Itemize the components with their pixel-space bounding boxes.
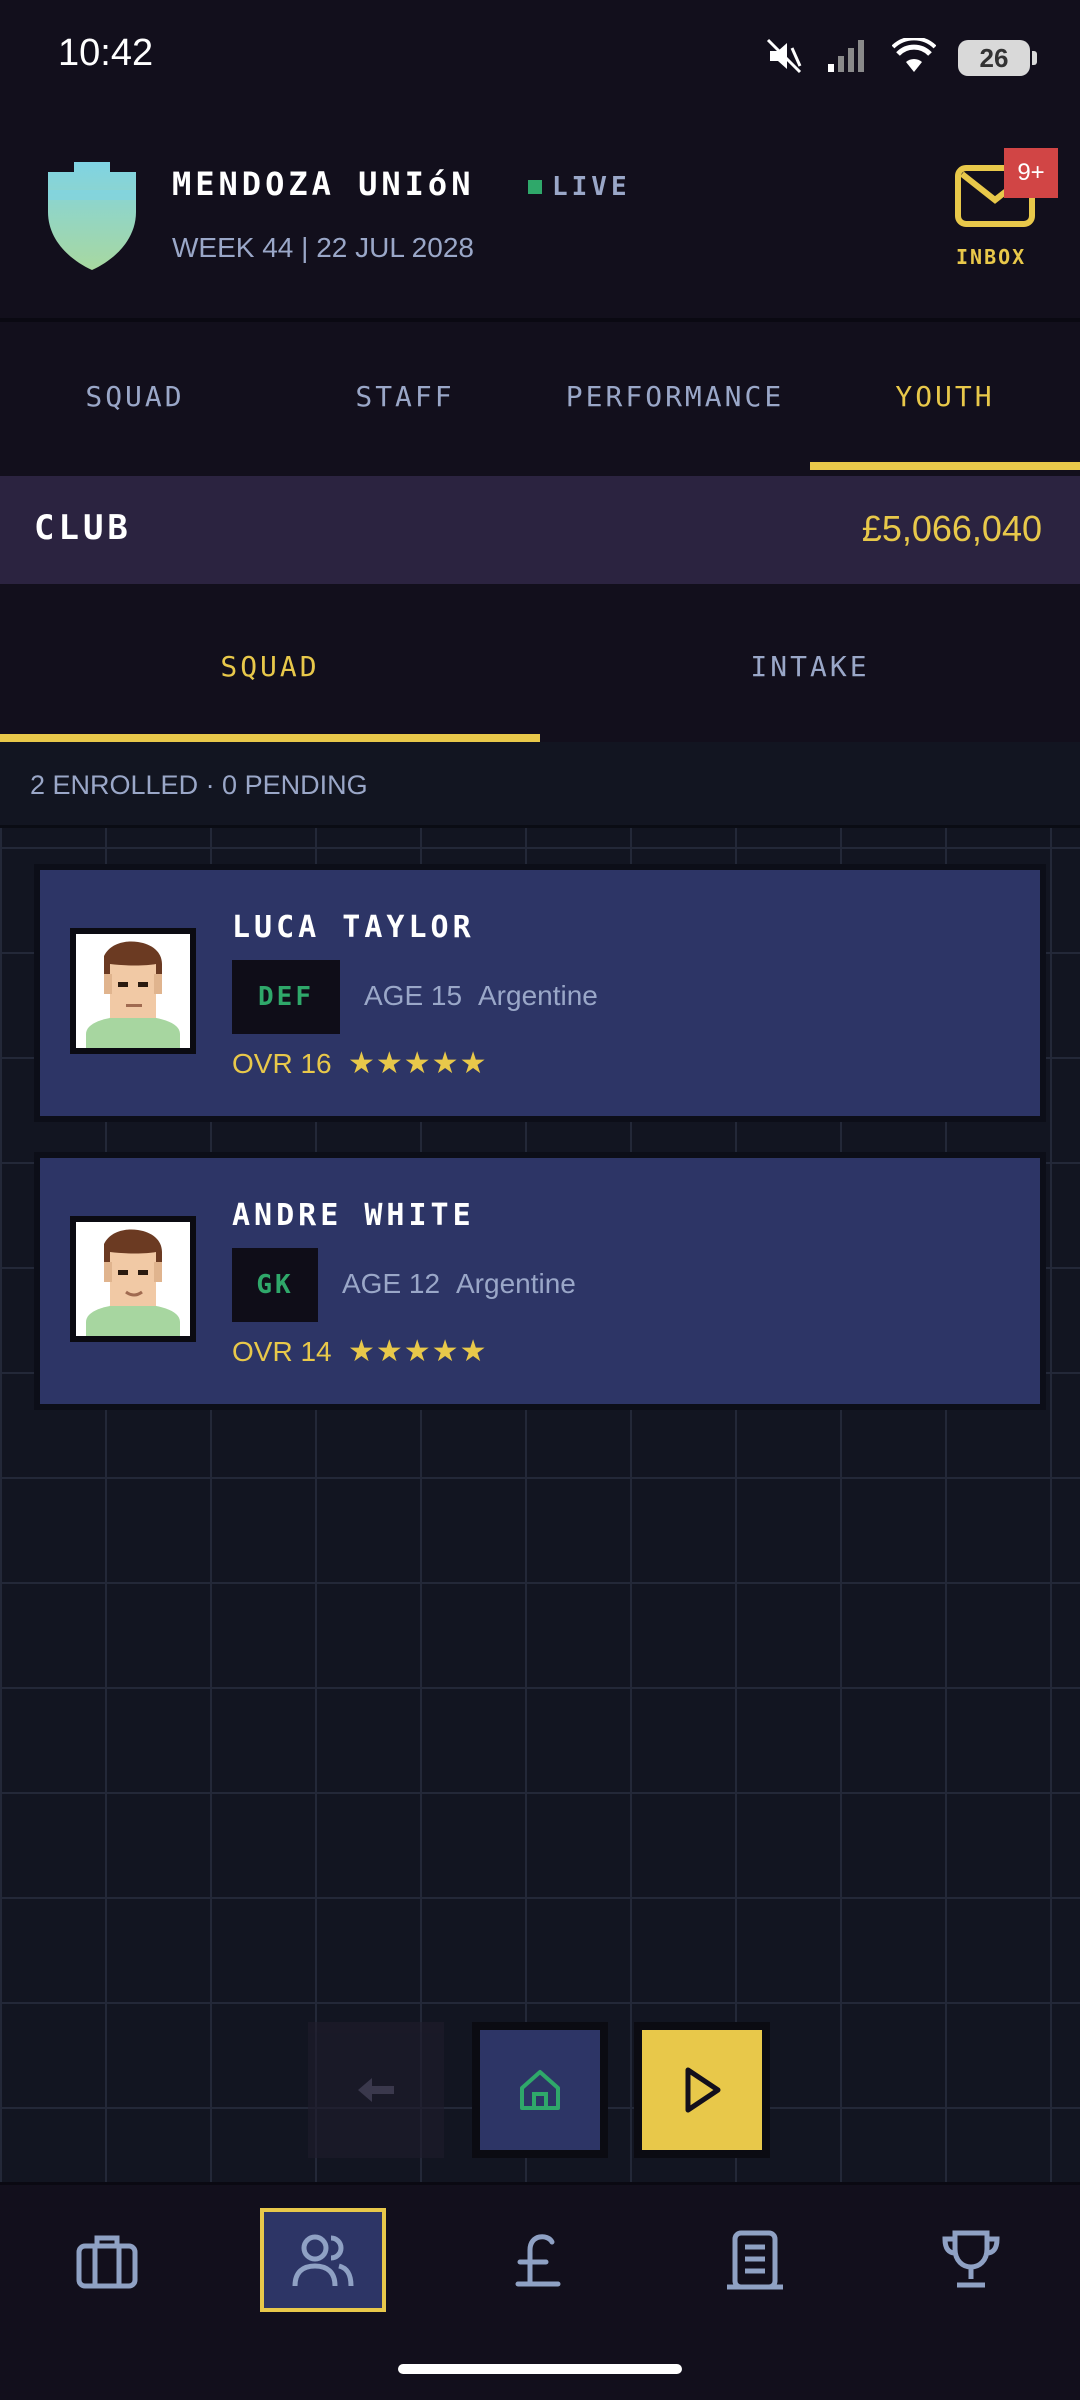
live-label: LIVE: [552, 172, 631, 202]
face-icon: [76, 1222, 190, 1336]
player-ovr: OVR 14: [232, 1336, 332, 1367]
tab-squad[interactable]: SQUAD: [0, 322, 270, 470]
signal-icon: [826, 38, 870, 78]
subtab-intake[interactable]: INTAKE: [540, 590, 1080, 742]
inbox-label: INBOX: [956, 245, 1027, 269]
club-balance: £5,066,040: [861, 508, 1042, 549]
status-time: 10:42: [58, 32, 154, 74]
position-badge: DEF: [232, 960, 340, 1034]
home-indicator[interactable]: [398, 2364, 682, 2374]
player-card[interactable]: ANDRE WHITE GK AGE 12 Argentine OVR 14 ★…: [34, 1152, 1046, 1410]
club-label: CLUB: [34, 508, 132, 548]
player-stars: ★★★★★: [348, 1046, 488, 1081]
play-button[interactable]: [634, 2022, 770, 2158]
battery-icon: 26: [958, 40, 1037, 76]
player-age: AGE 12: [342, 1268, 441, 1299]
player-name: ANDRE WHITE: [232, 1198, 475, 1233]
club-name: MENDOZA UNIóN: [172, 165, 475, 203]
face-icon: [76, 934, 190, 1048]
nav-finances[interactable]: [476, 2208, 602, 2312]
tab-youth[interactable]: YOUTH: [810, 322, 1080, 470]
live-dot: [528, 180, 542, 194]
position-badge: GK: [232, 1248, 318, 1322]
pound-icon: [515, 2234, 561, 2287]
back-button[interactable]: [308, 2022, 444, 2158]
player-avatar: [70, 1216, 196, 1342]
back-icon: [358, 2078, 394, 2102]
enrollment-summary: 2 ENROLLED · 0 PENDING: [30, 770, 368, 800]
live-indicator: LIVE: [528, 172, 631, 202]
subtab-squad[interactable]: SQUAD: [0, 590, 540, 742]
player-age: AGE 15: [364, 980, 463, 1011]
home-button[interactable]: [472, 2022, 608, 2158]
header: [0, 120, 1080, 315]
nav-people[interactable]: [260, 2208, 386, 2312]
player-avatar: [70, 928, 196, 1054]
player-name: LUCA TAYLOR: [232, 910, 475, 945]
player-nationality: Argentine: [456, 1268, 576, 1299]
wifi-icon: [891, 36, 937, 78]
briefcase-icon: [76, 2235, 138, 2289]
building-icon: [727, 2230, 783, 2290]
main-tabs: SQUAD STAFF PERFORMANCE YOUTH: [0, 318, 1080, 470]
mute-icon: [764, 36, 804, 80]
player-ovr: OVR 16: [232, 1048, 332, 1079]
status-bar: 10:42 26: [0, 0, 1080, 120]
nav-facilities[interactable]: [692, 2208, 818, 2312]
club-crest-icon: [44, 160, 140, 276]
week-date-line: WEEK 44 | 22 JUL 2028: [172, 232, 474, 263]
trophy-icon: [942, 2230, 1000, 2288]
tab-staff[interactable]: STAFF: [270, 322, 540, 470]
player-card[interactable]: LUCA TAYLOR DEF AGE 15 Argentine OVR 16 …: [34, 864, 1046, 1122]
sub-tabs: SQUAD INTAKE: [0, 590, 1080, 742]
home-icon: [520, 2070, 560, 2110]
nav-trophies[interactable]: [908, 2208, 1034, 2312]
tab-performance[interactable]: PERFORMANCE: [540, 322, 810, 470]
people-icon: [292, 2234, 354, 2287]
play-icon: [685, 2067, 721, 2113]
player-nationality: Argentine: [478, 980, 598, 1011]
status-icons: 26: [764, 36, 1037, 80]
inbox-badge: 9+: [1004, 148, 1058, 198]
player-stars: ★★★★★: [348, 1334, 488, 1369]
nav-briefcase[interactable]: [44, 2208, 170, 2312]
